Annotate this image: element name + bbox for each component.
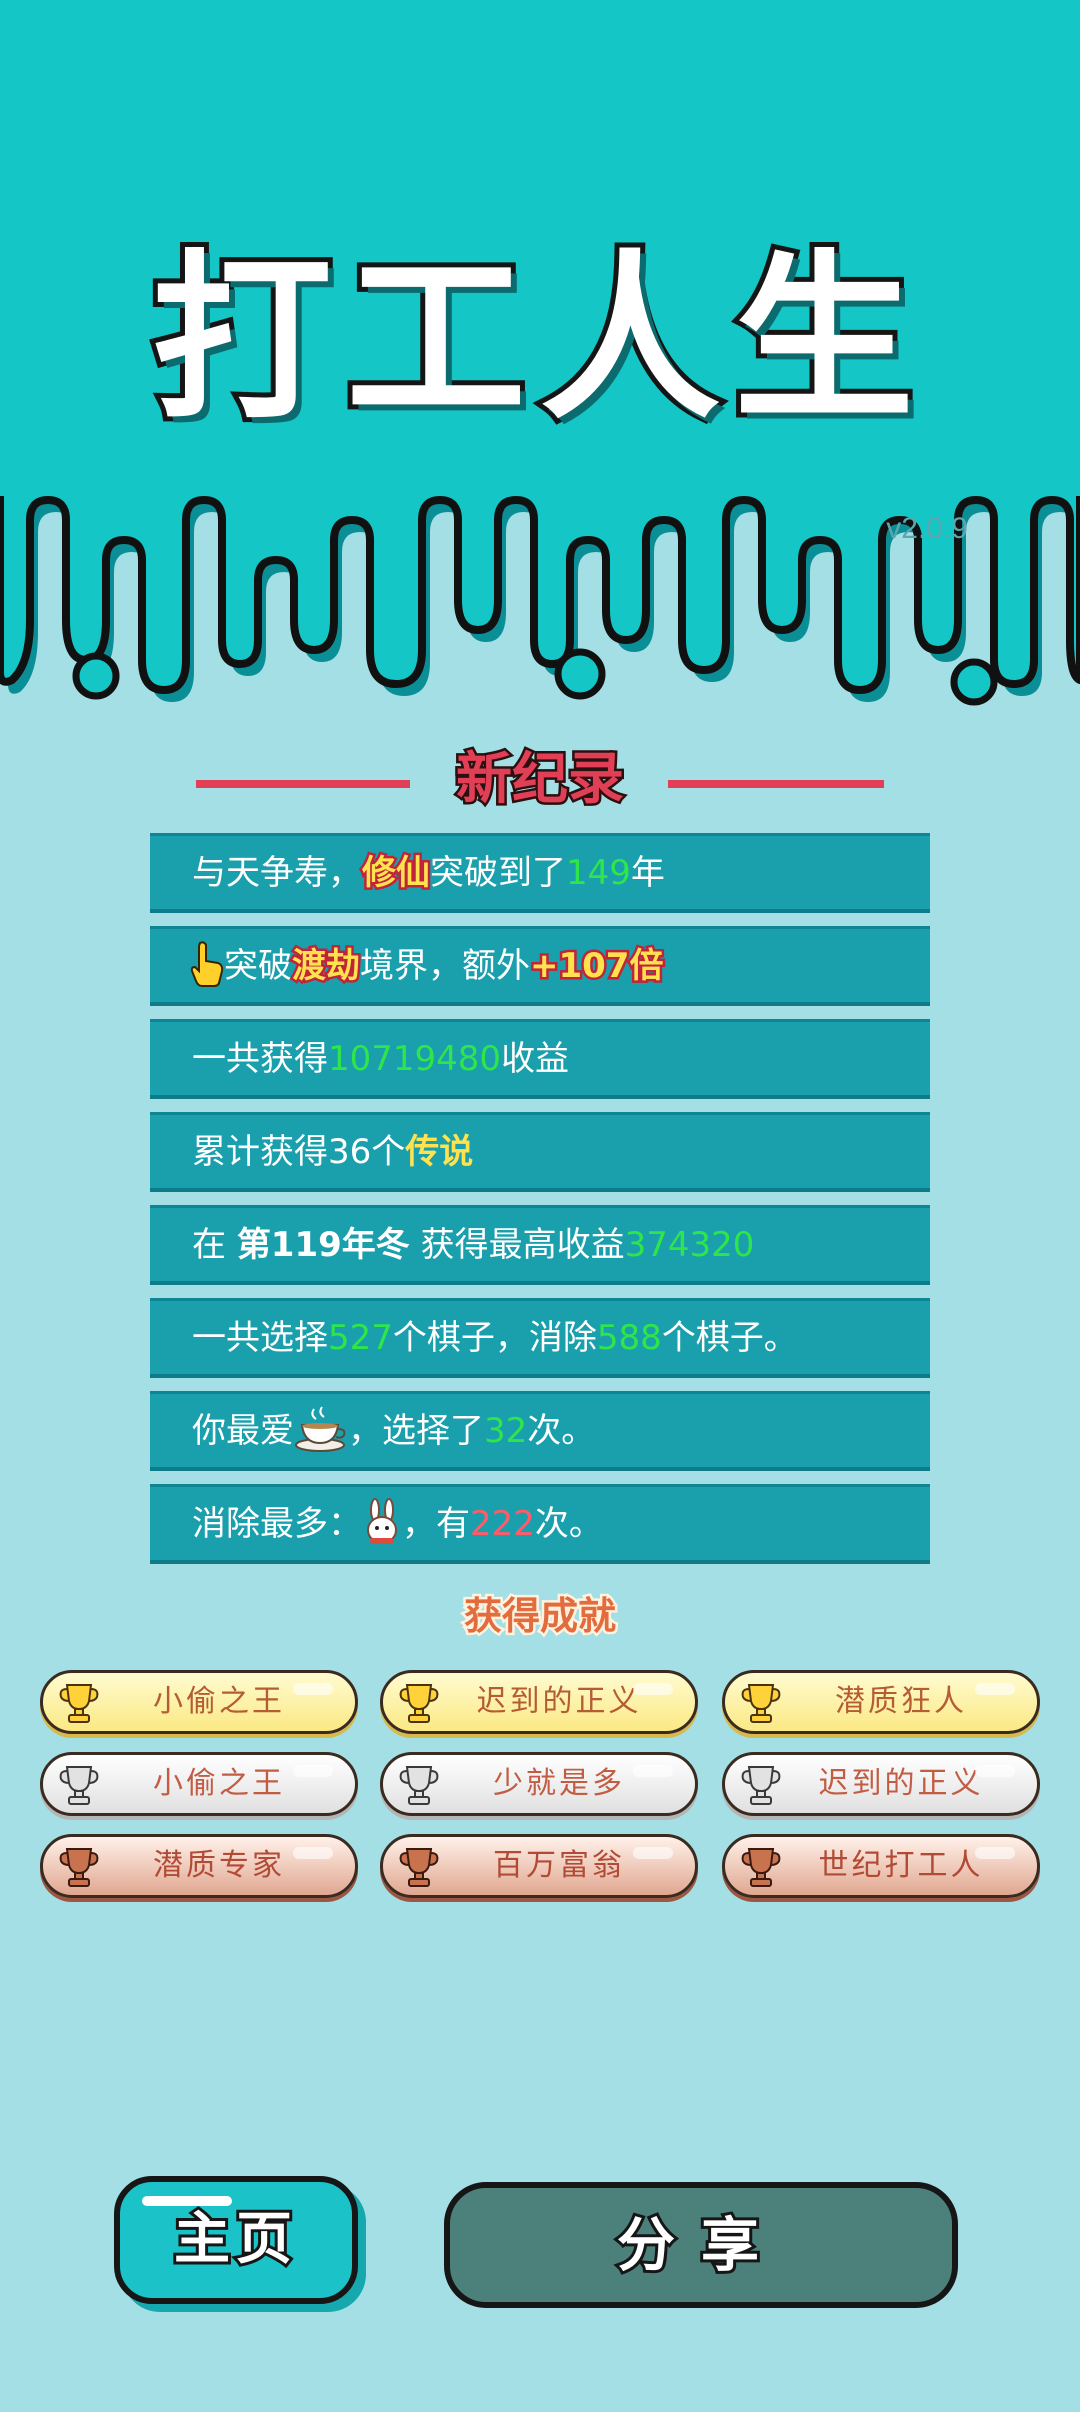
badge-shine xyxy=(633,1765,673,1777)
stat-text: 个棋子，消除 xyxy=(392,1318,597,1358)
achievement-badge[interactable]: 潜质专家 xyxy=(40,1834,358,1898)
badge-shine xyxy=(633,1683,673,1695)
badge-shine xyxy=(293,1683,333,1695)
achievement-label: 迟到的正义 xyxy=(818,1766,984,1801)
stat-text: 你最爱 xyxy=(192,1411,294,1451)
badge-shine xyxy=(293,1847,333,1859)
stat-text: 个棋子。 xyxy=(661,1318,798,1358)
heading-dash-right xyxy=(668,780,884,788)
achievement-badge[interactable]: 小偷之王 xyxy=(40,1670,358,1734)
achievement-label: 迟到的正义 xyxy=(476,1684,642,1719)
achievement-badge[interactable]: 小偷之王 xyxy=(40,1752,358,1816)
achievement-label: 世纪打工人 xyxy=(818,1848,984,1883)
stat-text: 一共选择 xyxy=(192,1318,328,1358)
stat-text: 获得最高收益 xyxy=(409,1225,625,1265)
pointing-hand-icon xyxy=(190,940,224,987)
stat-value: 222 xyxy=(470,1504,535,1544)
bronze-trophy-icon xyxy=(59,1848,99,1887)
stat-text: 在 xyxy=(192,1225,237,1265)
achievement-label: 小偷之王 xyxy=(153,1766,285,1801)
stat-highlight: 传说 xyxy=(405,1132,474,1172)
game-result-screen: 打工人生 v2.0.9 新纪录 与天争寿，修仙突破到了149年 突破渡劫境界，额… xyxy=(0,0,1080,2412)
stat-text: ，有 xyxy=(402,1504,470,1544)
stat-value: 149 xyxy=(566,853,631,893)
achievement-label: 潜质狂人 xyxy=(835,1684,967,1719)
rabbit-icon xyxy=(367,1497,397,1544)
badge-shine xyxy=(975,1683,1015,1695)
stat-row-favorite: 你最爱 ，选择了32次。 xyxy=(150,1391,930,1471)
home-button-label: 主页 xyxy=(171,2204,298,2275)
stat-row-income: 一共获得10719480收益 xyxy=(150,1019,930,1099)
game-title: 打工人生 xyxy=(147,235,928,444)
stat-value: 588 xyxy=(596,1318,662,1358)
stat-value: 527 xyxy=(328,1318,393,1358)
achievement-label: 少就是多 xyxy=(493,1766,625,1801)
record-stats-list: 与天争寿，修仙突破到了149年 突破渡劫境界，额外+107倍 一共获得10719… xyxy=(150,833,930,1577)
stat-row-most-cleared: 消除最多： ，有222次。 xyxy=(150,1484,930,1564)
share-button[interactable]: 分享 xyxy=(444,2182,958,2308)
home-button[interactable]: 主页 xyxy=(114,2176,358,2304)
bronze-trophy-icon xyxy=(741,1848,781,1887)
gold-trophy-icon xyxy=(399,1684,439,1723)
achievement-badge[interactable]: 百万富翁 xyxy=(380,1834,698,1898)
stat-text: 次。 xyxy=(534,1504,603,1544)
badge-shine xyxy=(975,1765,1015,1777)
stat-text: 累计获得36个 xyxy=(192,1132,406,1172)
stat-text: 收益 xyxy=(501,1039,570,1079)
silver-trophy-icon xyxy=(399,1766,439,1805)
stat-multiplier: +107倍 xyxy=(527,944,665,989)
heading-dash-left xyxy=(196,780,410,788)
stat-text: 消除最多： xyxy=(192,1504,362,1544)
version-label: v2.0.9 xyxy=(886,512,968,545)
badge-shine xyxy=(975,1847,1015,1859)
badge-shine xyxy=(293,1765,333,1777)
achievement-badge[interactable]: 少就是多 xyxy=(380,1752,698,1816)
bronze-trophy-icon xyxy=(399,1848,439,1887)
achievement-badge[interactable]: 迟到的正义 xyxy=(380,1670,698,1734)
stat-text: 一共获得 xyxy=(192,1039,328,1079)
stat-text: 年 xyxy=(630,853,665,893)
stat-text: 突破到了 xyxy=(430,853,566,893)
stat-highlight: 修仙 xyxy=(360,851,433,896)
stat-text: 突破 xyxy=(224,946,292,986)
stat-text: 与天争寿， xyxy=(192,853,362,893)
achievement-badge[interactable]: 迟到的正义 xyxy=(722,1752,1040,1816)
share-button-label: 分享 xyxy=(614,2208,785,2282)
stat-row-lifespan: 与天争寿，修仙突破到了149年 xyxy=(150,833,930,913)
stat-text: 次。 xyxy=(527,1411,596,1451)
achievement-label: 潜质专家 xyxy=(153,1848,285,1883)
stat-row-legend: 累计获得36个传说 xyxy=(150,1112,930,1192)
achievement-badge[interactable]: 潜质狂人 xyxy=(722,1670,1040,1734)
stat-row-peak-income: 在 第119年冬 获得最高收益374320 xyxy=(150,1205,930,1285)
stat-text: 境界，额外 xyxy=(360,946,530,986)
achievement-label: 小偷之王 xyxy=(153,1684,285,1719)
achievement-badge[interactable]: 世纪打工人 xyxy=(722,1834,1040,1898)
stat-highlight: 渡劫 xyxy=(290,944,363,989)
gold-trophy-icon xyxy=(741,1684,781,1723)
new-record-title: 新纪录 xyxy=(454,745,627,815)
stat-row-pieces: 一共选择527个棋子，消除588个棋子。 xyxy=(150,1298,930,1378)
stat-value: 32 xyxy=(484,1411,528,1451)
stat-text: ，选择了 xyxy=(348,1411,484,1451)
new-record-heading: 新纪录 xyxy=(0,740,1080,820)
stat-value: 10719480 xyxy=(328,1039,502,1079)
teacup-icon xyxy=(295,1405,346,1452)
silver-trophy-icon xyxy=(741,1766,781,1805)
button-gloss xyxy=(142,2196,232,2206)
stat-value: 374320 xyxy=(624,1225,755,1265)
stat-season: 第119年冬 xyxy=(236,1225,410,1265)
stat-row-tribulation: 突破渡劫境界，额外+107倍 xyxy=(150,926,930,1006)
silver-trophy-icon xyxy=(59,1766,99,1805)
achievement-label: 百万富翁 xyxy=(493,1848,625,1883)
achievements-title: 获得成就 xyxy=(461,1592,618,1641)
gold-trophy-icon xyxy=(59,1684,99,1723)
badge-shine xyxy=(633,1847,673,1859)
